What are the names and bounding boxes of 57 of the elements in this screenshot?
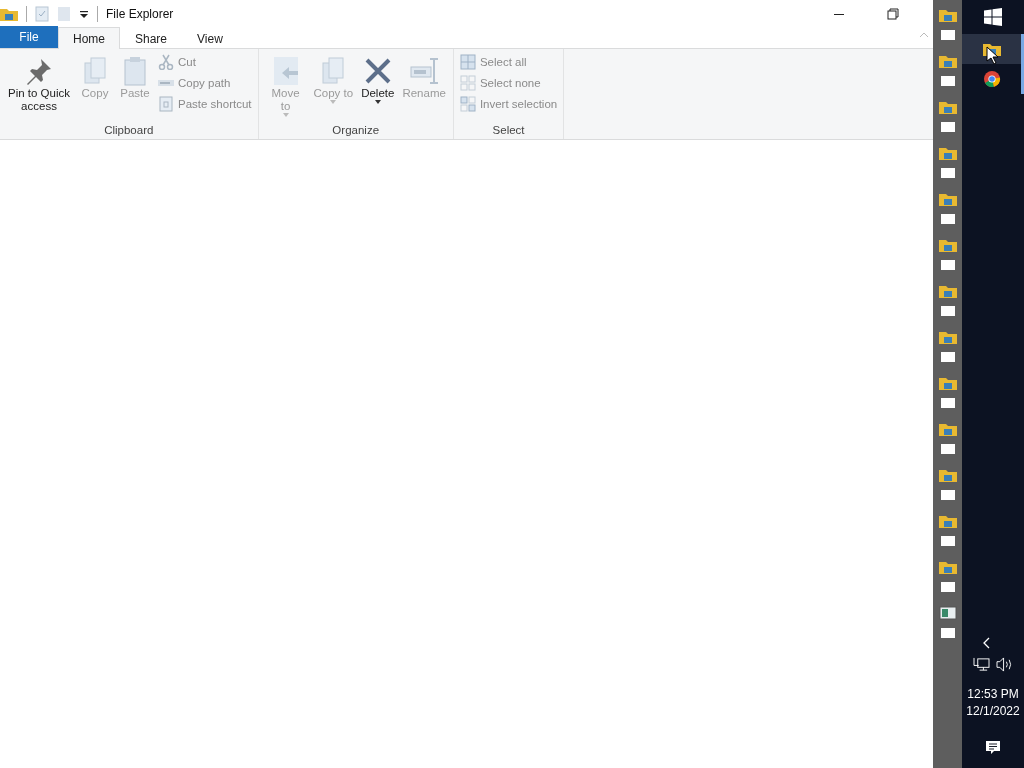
ribbon-tab[interactable]: View [182,27,238,49]
chevron-left-icon[interactable] [982,637,990,649]
window-icon[interactable] [938,606,957,620]
file-tab[interactable]: File [0,26,58,48]
network-icon[interactable] [973,657,990,672]
window-thumbnail[interactable] [940,168,955,178]
window-title: File Explorer [106,7,174,21]
folder-icon[interactable] [938,8,957,22]
window-thumbnail[interactable] [940,122,955,132]
ribbon-tab[interactable]: Home [58,27,120,49]
window-thumbnail[interactable] [940,536,955,546]
window-thumbnail[interactable] [940,306,955,316]
window-thumbnail[interactable] [940,398,955,408]
window-thumbnail[interactable] [940,260,955,270]
mouse-pointer-icon [986,46,998,64]
folder-icon[interactable] [938,284,957,298]
folder-icon[interactable] [938,146,957,160]
volume-icon[interactable] [996,657,1013,672]
group-label: Select [491,124,526,138]
window-thumbnail[interactable] [940,352,955,362]
taskbar-button[interactable] [962,34,1024,64]
invert-selection-icon [459,96,476,112]
group-label: Organize [331,124,381,138]
ribbon-button[interactable]: Pin to Quick access [4,53,74,115]
clock-date[interactable]: 12/1/2022 [966,703,1020,720]
group-label: Clipboard [103,124,155,138]
folder-icon[interactable] [938,192,957,206]
scissors-icon [158,54,174,70]
window-thumbnail[interactable] [940,490,955,500]
folder-icon[interactable] [938,514,957,528]
ribbon-tab[interactable]: Share [120,27,183,49]
select-all-icon [459,54,476,70]
paste-shortcut-icon [158,96,174,112]
restore-icon[interactable] [887,8,899,20]
select-none-icon [459,75,476,91]
chrome-icon [982,70,1001,88]
rename-icon [408,55,441,87]
folder-icon[interactable] [938,238,957,252]
clock-time[interactable]: 12:53 PM [967,686,1019,703]
customize-icon[interactable] [79,9,89,19]
folder-icon[interactable] [938,560,957,574]
folder-icon [0,7,18,21]
window-thumbnail[interactable] [940,444,955,454]
ribbon-button[interactable]: Delete [358,53,398,106]
folder-icon[interactable] [938,330,957,344]
window-thumbnail[interactable] [940,628,955,638]
folder-icon[interactable] [938,376,957,390]
folder-icon[interactable] [938,422,957,436]
folder-icon[interactable] [938,468,957,482]
folder-icon[interactable] [938,100,957,114]
windows-logo-icon[interactable] [984,8,1002,26]
folder-icon[interactable] [938,54,957,68]
notification-icon[interactable] [985,740,1001,756]
window-thumbnail[interactable] [940,30,955,40]
window-thumbnail[interactable] [940,214,955,224]
window-thumbnail[interactable] [940,76,955,86]
window-thumbnail[interactable] [940,582,955,592]
